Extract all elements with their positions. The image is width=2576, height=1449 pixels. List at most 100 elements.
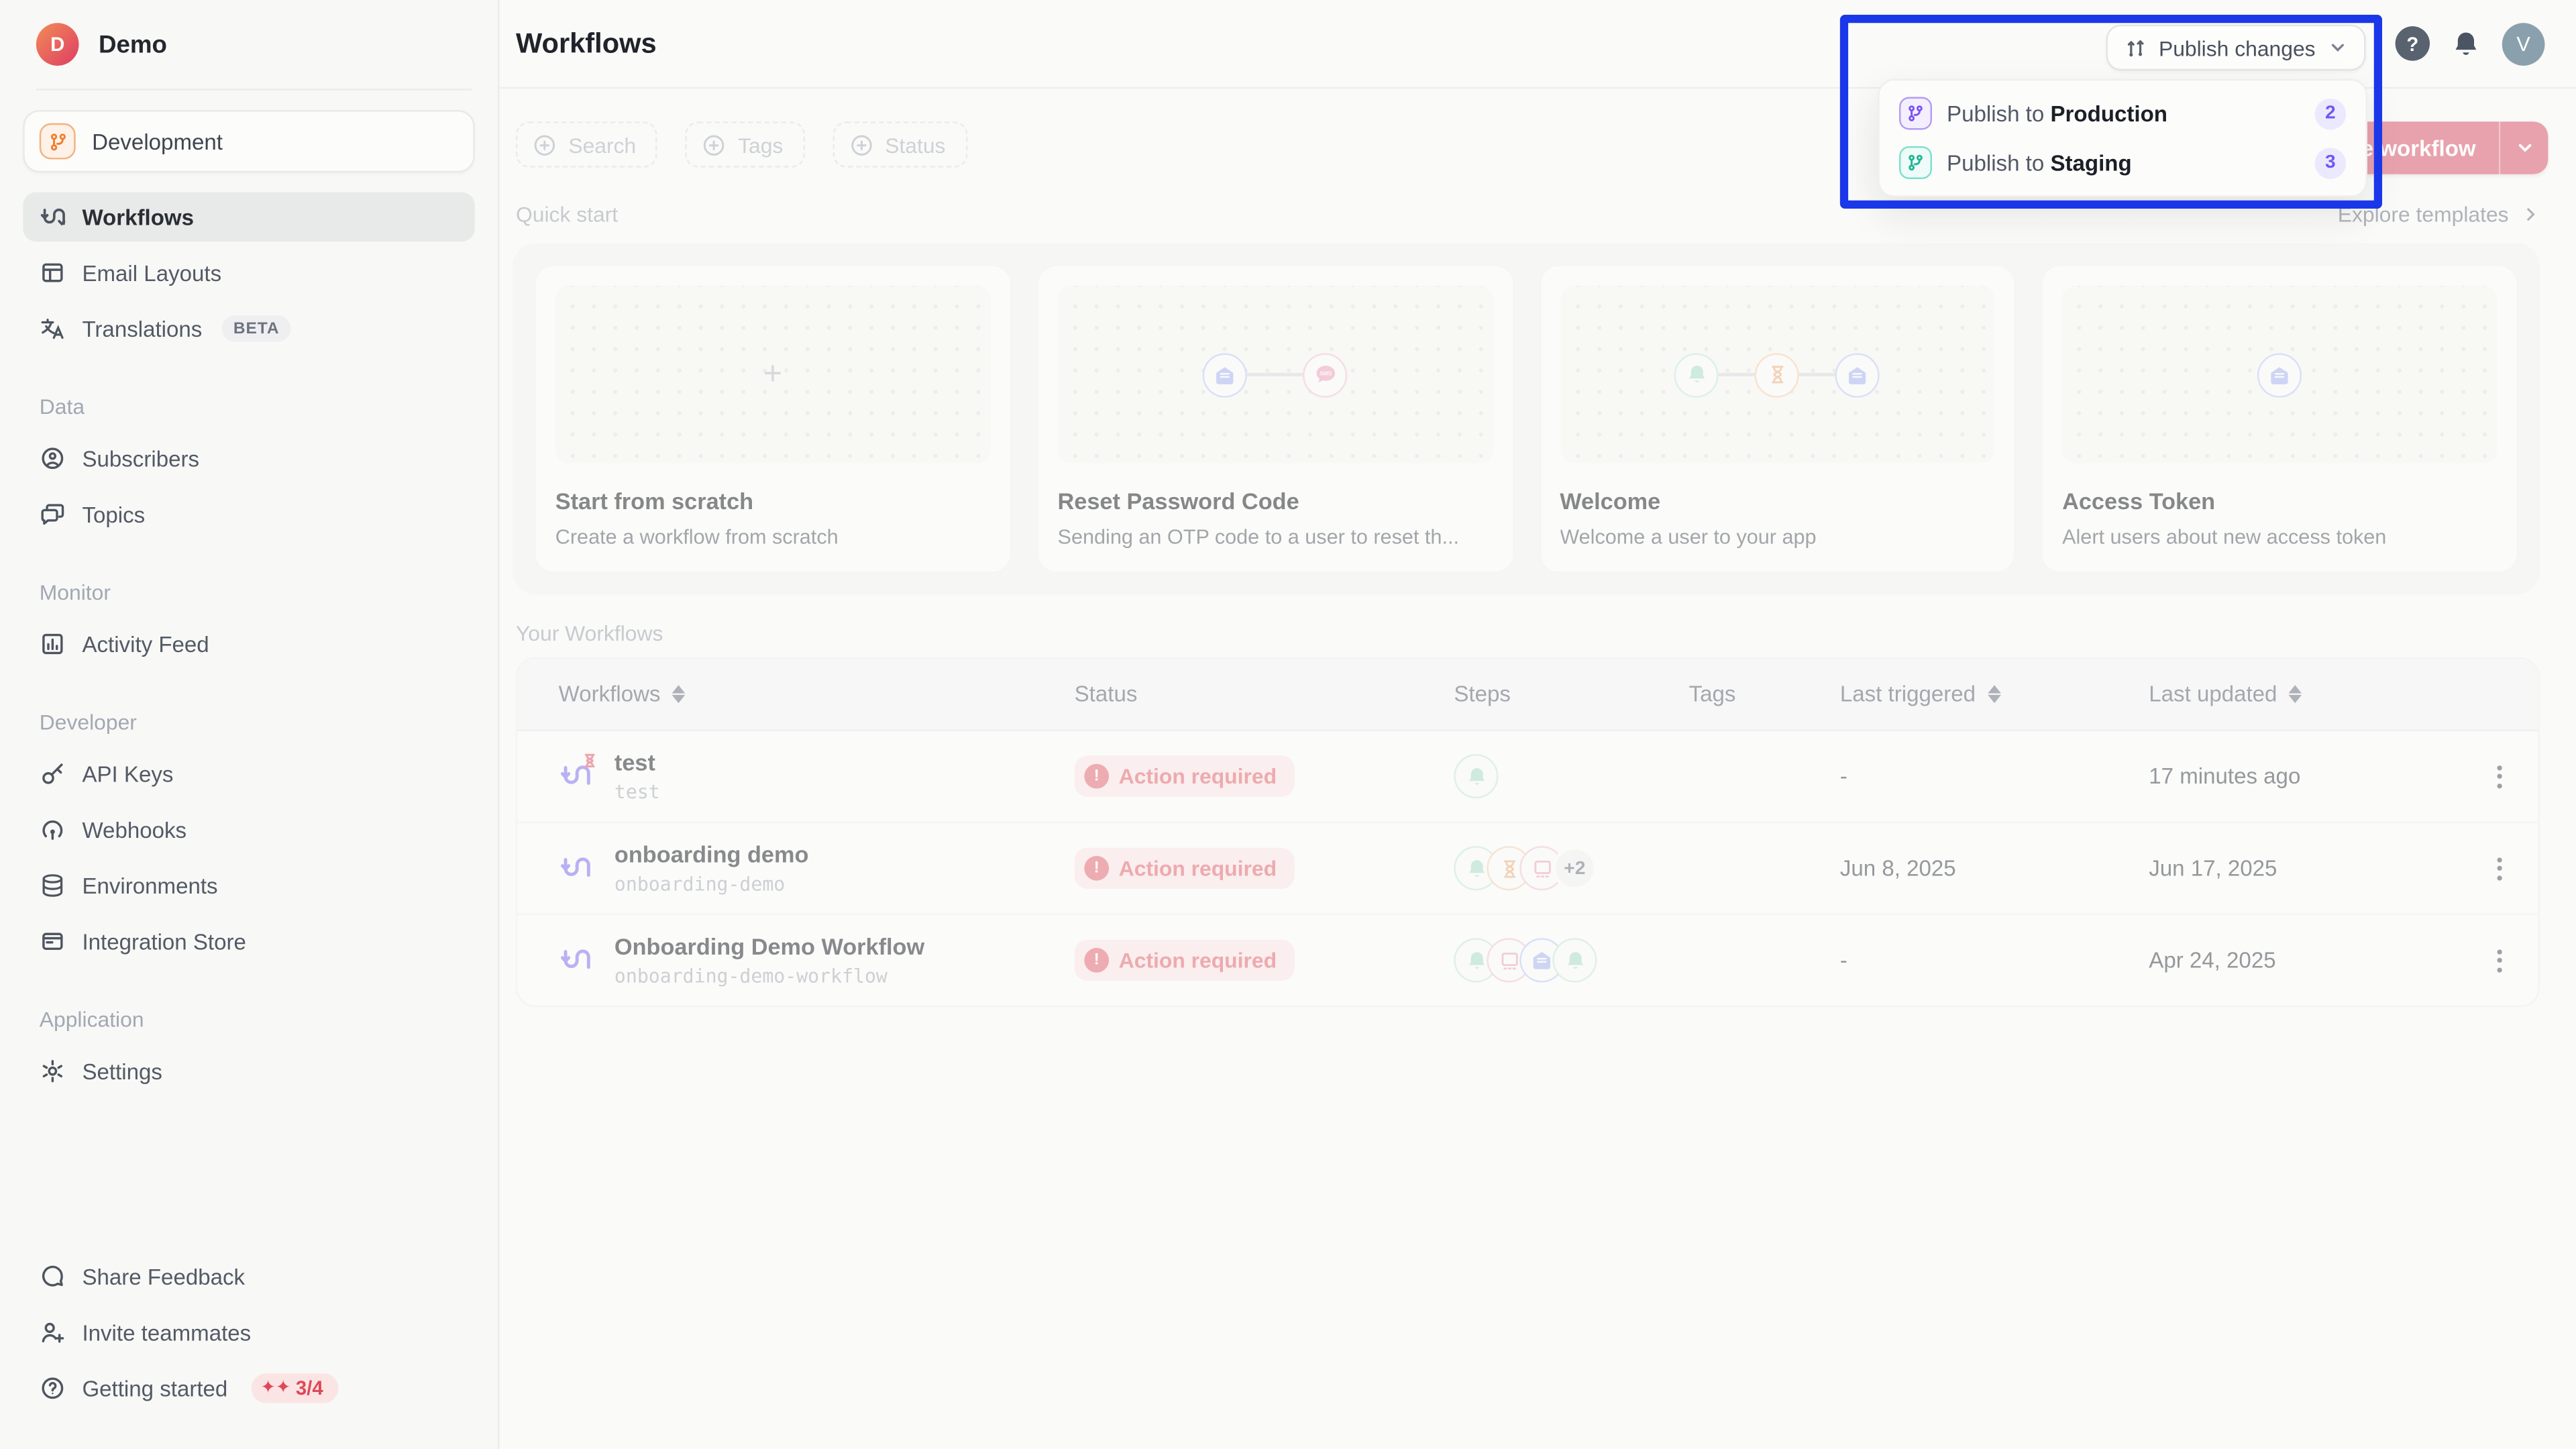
share-feedback-button[interactable]: Share Feedback [23, 1252, 474, 1301]
sidebar-item-api-keys[interactable]: API Keys [23, 749, 474, 798]
org-avatar: D [36, 23, 79, 66]
row-menu-kebab-icon[interactable] [2476, 937, 2522, 983]
template-card-reset-password-code[interactable]: SMS Reset Password Code Sending an OTP c… [1036, 264, 1514, 573]
workflow-alert-hourglass-icon [582, 751, 598, 767]
branch-icon [40, 123, 76, 160]
row-menu-kebab-icon[interactable] [2476, 753, 2522, 800]
sidebar-item-settings[interactable]: Settings [23, 1046, 474, 1095]
template-card-access-token[interactable]: Access Token Alert users about new acces… [2041, 264, 2518, 573]
sidebar-item-integration-store[interactable]: Integration Store [23, 917, 474, 966]
invite-teammates-button[interactable]: Invite teammates [23, 1307, 474, 1356]
row-actions-cell [2466, 845, 2538, 892]
sidebar-item-label: Translations [82, 316, 202, 341]
steps-cell: +2 [1454, 846, 1688, 890]
row-menu-kebab-icon[interactable] [2476, 845, 2522, 892]
template-card-start-from-scratch[interactable]: + Start from scratch Create a workflow f… [534, 264, 1012, 573]
sidebar-item-label: Workflows [82, 205, 194, 229]
plus-circle-icon [532, 132, 557, 157]
sidebar-item-topics[interactable]: Topics [23, 490, 474, 539]
search-filter-chip[interactable]: Search [516, 121, 657, 168]
status-filter-chip[interactable]: Status [833, 121, 967, 168]
sidebar: D Demo Development Workflows Email Layou… [0, 0, 499, 1449]
help-icon[interactable]: ? [2396, 26, 2430, 60]
inapp-step-icon [1674, 352, 1719, 396]
org-switcher[interactable]: D Demo [36, 23, 472, 66]
explore-templates-link[interactable]: Explore templates [2338, 202, 2540, 227]
chevron-down-icon [2328, 38, 2347, 57]
sidebar-item-label: Share Feedback [82, 1264, 245, 1289]
steps-cell [1454, 754, 1688, 798]
menu-item-publish-production[interactable]: Publish to Production 2 [1889, 89, 2356, 138]
row-actions-cell [2466, 937, 2538, 983]
column-header-last-updated[interactable]: Last updated [2149, 682, 2466, 706]
last-updated-cell: Apr 24, 2025 [2149, 948, 2466, 973]
layout-icon [40, 260, 66, 286]
sidebar-item-webhooks[interactable]: Webhooks [23, 805, 474, 854]
email-step-icon [1835, 352, 1880, 396]
sidebar-item-label: Environments [82, 873, 217, 898]
create-workflow-caret[interactable] [2499, 121, 2548, 174]
plus-circle-icon [849, 132, 873, 157]
workflow-icon [559, 850, 595, 886]
card-title: Access Token [2062, 488, 2497, 514]
tags-filter-chip[interactable]: Tags [686, 121, 804, 168]
sidebar-item-label: Getting started [82, 1376, 227, 1401]
quick-start-label: Quick start [516, 202, 618, 227]
card-preview [1560, 286, 1994, 463]
key-icon [40, 761, 66, 787]
quick-start-cards: + Start from scratch Create a workflow f… [513, 243, 2540, 594]
sort-icon[interactable] [2289, 685, 2302, 703]
menu-item-publish-staging[interactable]: Publish to Staging 3 [1889, 138, 2356, 187]
sidebar-item-label: Topics [82, 502, 145, 527]
status-badge: ! Action required [1075, 940, 1295, 981]
sidebar-item-label: Invite teammates [82, 1320, 251, 1345]
progress-count: 3/4 [296, 1377, 323, 1399]
alert-icon: ! [1084, 856, 1109, 881]
integration-store-icon [40, 928, 66, 955]
publish-changes-button[interactable]: Publish changes [2106, 25, 2366, 71]
your-workflows-label: Your Workflows [516, 621, 663, 646]
chevron-right-icon [2522, 205, 2540, 223]
change-count-badge: 3 [2315, 147, 2347, 178]
sort-icon[interactable] [1987, 685, 2000, 703]
steps-cell [1454, 938, 1688, 982]
sidebar-item-workflows[interactable]: Workflows [23, 193, 474, 241]
sidebar-item-subscribers[interactable]: Subscribers [23, 434, 474, 483]
column-header-last-triggered[interactable]: Last triggered [1840, 682, 2149, 706]
workflow-name: test [614, 749, 660, 775]
workflows-table: Workflows Status Steps Tags Last trigger… [516, 657, 2540, 1008]
user-avatar[interactable]: V [2502, 22, 2545, 65]
sidebar-item-label: Email Layouts [82, 260, 221, 285]
publish-dropdown-menu: Publish to Production 2 Publish to Stagi… [1878, 79, 2367, 197]
table-row[interactable]: test test ! Action required [517, 731, 2538, 823]
sidebar-item-email-layouts[interactable]: Email Layouts [23, 248, 474, 297]
sidebar-item-translations[interactable]: Translations BETA [23, 304, 474, 353]
sidebar-divider [36, 89, 472, 90]
status-badge: ! Action required [1075, 756, 1295, 797]
getting-started-button[interactable]: Getting started ✦✦ 3/4 [23, 1364, 474, 1413]
alert-icon: ! [1084, 764, 1109, 789]
table-row[interactable]: Onboarding Demo Workflow onboarding-demo… [517, 915, 2538, 1006]
publish-button-label: Publish changes [2159, 36, 2316, 60]
template-card-welcome[interactable]: Welcome Welcome a user to your app [1538, 264, 2016, 573]
sidebar-item-activity-feed[interactable]: Activity Feed [23, 619, 474, 668]
table-row[interactable]: onboarding demo onboarding-demo ! Action… [517, 823, 2538, 915]
column-header-workflows[interactable]: Workflows [517, 682, 1074, 706]
quick-start-header: Quick start Explore templates [516, 202, 2540, 227]
notifications-bell-icon[interactable] [2451, 29, 2481, 58]
last-triggered-cell: - [1840, 764, 2149, 789]
sort-icon[interactable] [672, 685, 686, 703]
card-description: Sending an OTP code to a user to reset t… [1058, 526, 1493, 549]
main-area: Workflows ? V Publish changes [499, 0, 2576, 1449]
beta-badge: BETA [222, 315, 291, 341]
sidebar-item-environments[interactable]: Environments [23, 861, 474, 910]
environment-selector[interactable]: Development [23, 110, 474, 172]
environment-label: Development [92, 129, 223, 154]
last-updated-cell: Jun 17, 2025 [2149, 856, 2466, 881]
content-area: Search Tags Status Create workflow [499, 89, 2576, 1449]
workflow-name-stack: onboarding demo onboarding-demo [614, 841, 809, 896]
question-circle-icon [40, 1375, 66, 1401]
sms-step-icon: SMS [1303, 352, 1347, 396]
connector-line [1800, 373, 1836, 376]
column-header-tags: Tags [1689, 682, 1840, 706]
